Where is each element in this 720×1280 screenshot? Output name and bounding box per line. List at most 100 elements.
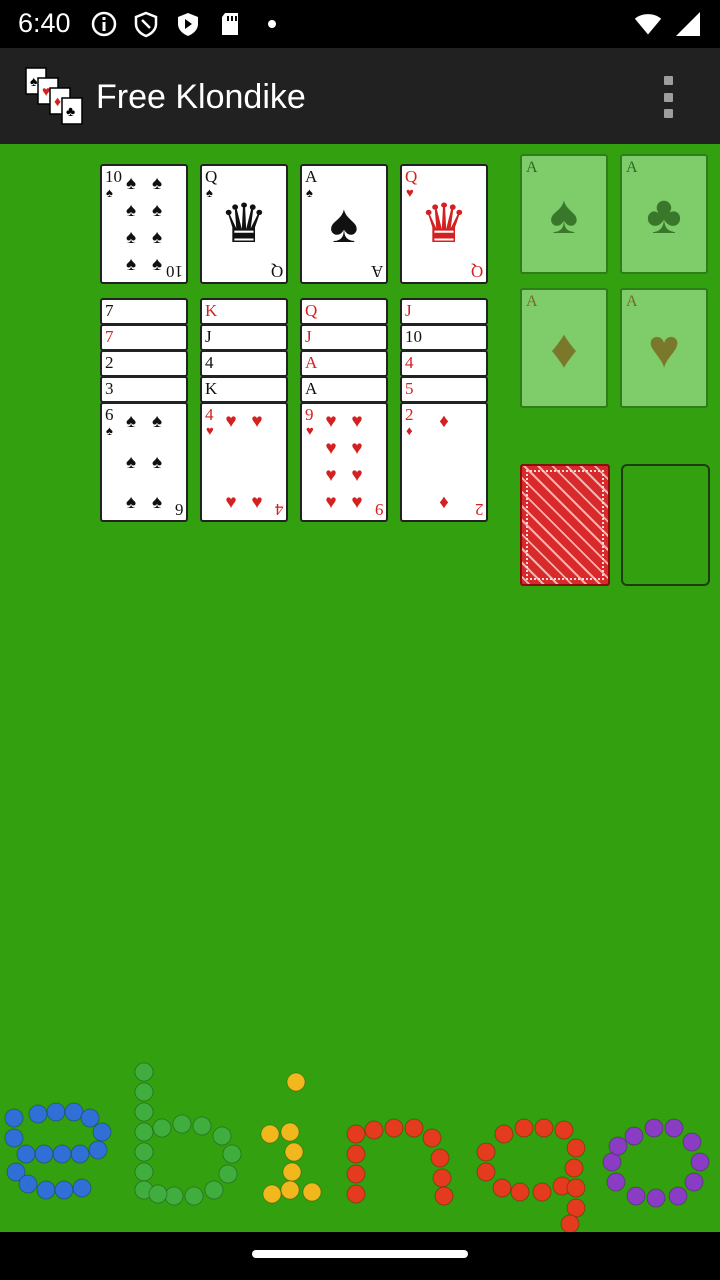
card-rank-bottom: 4 xyxy=(274,500,284,519)
shield-icon xyxy=(132,10,160,38)
svg-text:♥: ♥ xyxy=(42,83,50,99)
wifi-icon xyxy=(634,10,662,38)
tableau-4-top-card[interactable]: 2 ♦ ♦ ♦ 2 xyxy=(400,402,488,522)
card-suit-small: ♦ xyxy=(406,423,413,438)
tableau-2-top-card[interactable]: 4 ♥ ♥ ♥ ♥ ♥ 4 xyxy=(200,402,288,522)
club-icon: ♣ xyxy=(646,185,682,245)
info-icon xyxy=(90,10,118,38)
card-suit-small: ♥ xyxy=(306,423,314,438)
card-suit-small: ♠ xyxy=(106,185,113,200)
card-rank: 3 xyxy=(105,379,114,398)
card-table: 10 ♠ ♠ ♠ ♠ ♠ ♠ ♠ ♠ ♠ 10 Q ♠ ♛ Q A ♠ ♠ A Q ♥ ♛ Q… xyxy=(0,144,720,1232)
card-rank: A xyxy=(305,379,318,398)
foundation-diamonds[interactable]: A ♦ xyxy=(520,288,608,408)
card-rank-bottom: 10 xyxy=(166,262,183,281)
card-rank-bottom: Q xyxy=(470,262,483,281)
sd-card-icon xyxy=(216,10,244,38)
top-card-1[interactable]: 10 ♠ ♠ ♠ ♠ ♠ ♠ ♠ ♠ ♠ 10 xyxy=(100,164,188,284)
card-rank-bottom: A xyxy=(370,262,383,281)
tableau-3-top-card[interactable]: 9 ♥ ♥ ♥ ♥ ♥ ♥ ♥ ♥ ♥ 9 xyxy=(300,402,388,522)
home-gesture-handle[interactable] xyxy=(252,1250,468,1258)
tableau-2-card-4[interactable]: K xyxy=(200,376,288,403)
card-pips: ♥ ♥ ♥ ♥ xyxy=(225,411,263,513)
ad-banner[interactable]: ebingo xyxy=(0,1044,720,1232)
status-icons-right xyxy=(634,10,702,38)
app-logo-icon: ♠ ♥ ♦ ♣ xyxy=(24,66,86,126)
tableau-1-card-3[interactable]: 2 xyxy=(100,350,188,377)
tableau-1-card-4[interactable]: 3 xyxy=(100,376,188,403)
card-rank: 5 xyxy=(405,379,414,398)
tableau-3-card-3[interactable]: A xyxy=(300,350,388,377)
card-rank: K xyxy=(205,379,218,398)
foundation-rank: A xyxy=(526,293,538,310)
card-rank: J xyxy=(305,327,312,346)
card-rank: 2 xyxy=(405,405,414,424)
navigation-bar xyxy=(0,1232,720,1280)
foundation-spades[interactable]: A ♠ xyxy=(520,154,608,274)
card-rank: J xyxy=(405,301,412,320)
card-rank: Q xyxy=(405,167,418,186)
card-suit-small: ♥ xyxy=(206,423,214,438)
app-bar: ♠ ♥ ♦ ♣ Free Klondike xyxy=(0,48,720,144)
card-rank: 4 xyxy=(205,405,214,424)
top-card-2[interactable]: Q ♠ ♛ Q xyxy=(200,164,288,284)
card-pips: ♠ ♠ ♠ ♠ ♠ ♠ xyxy=(125,411,163,513)
card-pips: ♥ ♥ ♥ ♥ ♥ ♥ ♥ ♥ xyxy=(325,411,363,513)
status-icons-left xyxy=(90,10,286,38)
card-rank: 4 xyxy=(205,353,214,372)
top-card-3[interactable]: A ♠ ♠ A xyxy=(300,164,388,284)
card-rank-bottom: Q xyxy=(270,262,283,281)
card-rank: 6 xyxy=(105,405,114,424)
tableau-4-card-1[interactable]: J xyxy=(400,298,488,325)
tableau-4-card-3[interactable]: 4 xyxy=(400,350,488,377)
tableau-2-card-2[interactable]: J xyxy=(200,324,288,351)
tableau-3-card-1[interactable]: Q xyxy=(300,298,388,325)
tableau-4-card-2[interactable]: 10 xyxy=(400,324,488,351)
dot-icon xyxy=(258,10,286,38)
card-rank-bottom: 2 xyxy=(474,500,484,519)
top-card-4[interactable]: Q ♥ ♛ Q xyxy=(400,164,488,284)
svg-text:♦: ♦ xyxy=(54,93,61,109)
card-rank-bottom: 6 xyxy=(174,500,184,519)
foundation-rank: A xyxy=(626,159,638,176)
foundation-rank: A xyxy=(626,293,638,310)
play-shield-icon xyxy=(174,10,202,38)
tableau-2-card-1[interactable]: K xyxy=(200,298,288,325)
tableau-4-card-4[interactable]: 5 xyxy=(400,376,488,403)
diamond-icon: ♦ xyxy=(550,319,578,379)
tableau-1-card-1[interactable]: 7 xyxy=(100,298,188,325)
card-rank: 9 xyxy=(305,405,314,424)
queen-crown-icon: ♛ xyxy=(419,194,469,254)
card-suit-small: ♠ xyxy=(106,423,113,438)
card-rank: 7 xyxy=(105,327,114,346)
card-pips: ♦ ♦ xyxy=(439,411,449,513)
tableau-2-card-3[interactable]: 4 xyxy=(200,350,288,377)
card-rank-bottom: 9 xyxy=(374,500,384,519)
svg-text:♣: ♣ xyxy=(66,103,75,119)
foundation-clubs[interactable]: A ♣ xyxy=(620,154,708,274)
card-rank: 10 xyxy=(405,327,422,346)
ace-spade-icon: ♠ xyxy=(329,194,359,254)
card-pips: ♠ ♠ ♠ ♠ ♠ ♠ ♠ ♠ xyxy=(125,173,163,275)
spade-icon: ♠ xyxy=(549,185,579,245)
card-rank: Q xyxy=(205,167,218,186)
tableau-3-card-4[interactable]: A xyxy=(300,376,388,403)
card-rank: A xyxy=(305,353,318,372)
tableau-1-top-card[interactable]: 6 ♠ ♠ ♠ ♠ ♠ ♠ ♠ 6 xyxy=(100,402,188,522)
card-rank: 7 xyxy=(105,301,114,320)
card-rank: A xyxy=(305,167,318,186)
status-time: 6:40 xyxy=(18,8,71,38)
card-rank: 2 xyxy=(105,353,114,372)
tableau-3-card-2[interactable]: J xyxy=(300,324,388,351)
waste-pile[interactable] xyxy=(621,464,710,586)
card-rank: J xyxy=(205,327,212,346)
foundation-rank: A xyxy=(526,159,538,176)
app-title: Free Klondike xyxy=(96,78,306,116)
tableau-1-card-2[interactable]: 7 xyxy=(100,324,188,351)
overflow-menu-icon[interactable] xyxy=(656,76,680,118)
card-rank: K xyxy=(205,301,218,320)
svg-text:♠: ♠ xyxy=(30,73,38,89)
stock-pile[interactable] xyxy=(520,464,610,586)
signal-icon xyxy=(674,10,702,38)
foundation-hearts[interactable]: A ♥ xyxy=(620,288,708,408)
